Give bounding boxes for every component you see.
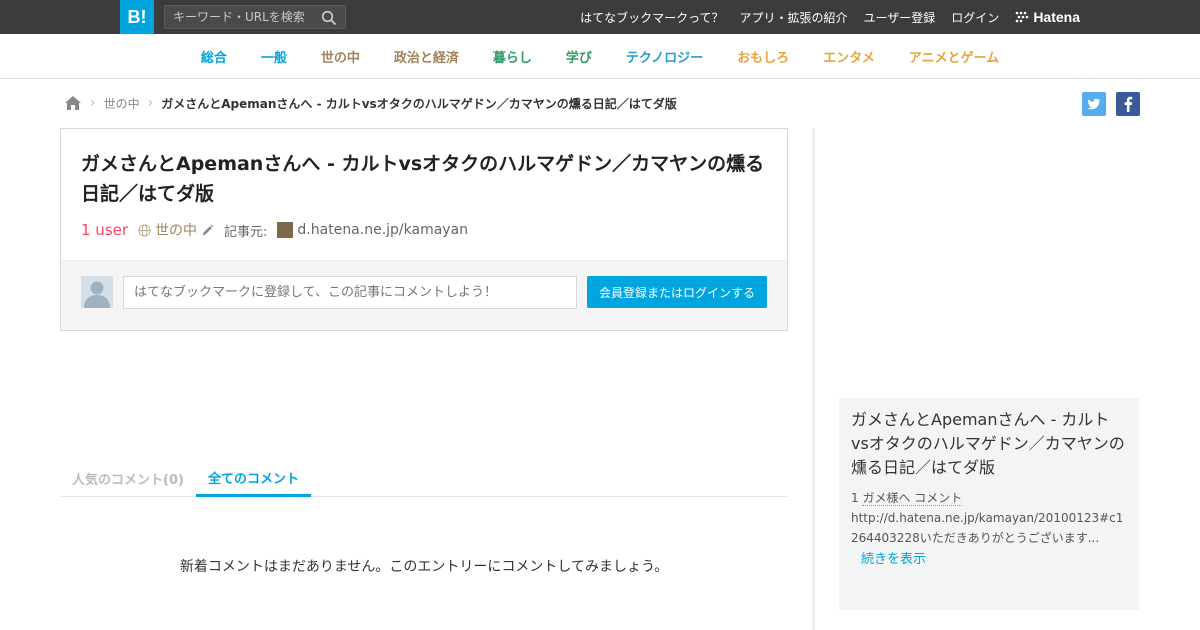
chevron-right-icon: ›	[147, 95, 154, 111]
related-entry-comment: 1 ガメ様へ コメント http://d.hatena.ne.jp/kamaya…	[851, 488, 1127, 548]
login-link[interactable]: ログイン	[951, 9, 999, 26]
apps-link[interactable]: アプリ・拡張の紹介	[740, 9, 848, 26]
entry-source-domain: d.hatena.ne.jp/kamayan	[297, 222, 469, 238]
related-comment-user[interactable]: ガメ様へ コメント	[862, 491, 963, 506]
related-comment-text: http://d.hatena.ne.jp/kamayan/20100123#c…	[851, 511, 1124, 545]
category-nav: 総合 一般 世の中 政治と経済 暮らし 学び テクノロジー おもしろ エンタメ …	[0, 34, 1200, 79]
empty-comments-message: 新着コメントはまだありません。このエントリーにコメントしてみましょう。	[179, 559, 669, 575]
home-icon[interactable]	[64, 95, 82, 111]
tab-all-comments[interactable]: 全てのコメント	[195, 460, 311, 497]
category-tab-1[interactable]: 一般	[261, 47, 287, 66]
category-tab-3[interactable]: 政治と経済	[394, 47, 459, 66]
category-tab-7[interactable]: おもしろ	[737, 47, 789, 66]
breadcrumb-current: ガメさんとApemanさんへ - カルトvsオタクのハルマゲドン／カマヤンの燻る…	[161, 96, 677, 111]
pencil-icon[interactable]	[201, 224, 214, 237]
twitter-icon	[1087, 98, 1100, 110]
avatar	[81, 276, 113, 308]
category-tab-6[interactable]: テクノロジー	[626, 47, 703, 66]
entry-title[interactable]: ガメさんとApemanさんへ - カルトvsオタクのハルマゲドン／カマヤンの燻る…	[81, 149, 771, 209]
twitter-share-button[interactable]	[1082, 92, 1106, 116]
related-entry-card: ガメさんとApemanさんへ - カルトvsオタクのハルマゲドン／カマヤンの燻る…	[839, 398, 1139, 610]
site-favicon-icon	[277, 222, 294, 238]
entry-meta: 1 user 世の中 記事元: d.hatena.ne.jp/kamayan	[81, 219, 468, 241]
category-tab-0[interactable]: 総合	[201, 47, 227, 66]
category-tab-4[interactable]: 暮らし	[493, 47, 532, 66]
hatena-bookmark-logo[interactable]: B!	[120, 0, 154, 34]
entry-category[interactable]: 世の中	[138, 220, 214, 240]
facebook-icon	[1124, 96, 1133, 112]
search-input[interactable]	[165, 6, 315, 28]
related-comment-count: 1	[851, 491, 859, 505]
category-tab-5[interactable]: 学び	[566, 47, 592, 66]
comment-bar: 会員登録またはログインする	[61, 260, 787, 330]
breadcrumb-category[interactable]: 世の中	[104, 95, 140, 112]
globe-icon	[138, 223, 151, 237]
search-box[interactable]	[164, 5, 346, 29]
about-link[interactable]: はてなブックマークって？	[580, 9, 723, 26]
hatena-logo-icon	[1016, 11, 1029, 23]
column-divider	[812, 128, 815, 630]
chevron-right-icon: ›	[90, 95, 96, 111]
related-entry-title[interactable]: ガメさんとApemanさんへ - カルトvsオタクのハルマゲドン／カマヤンの燻る…	[851, 408, 1127, 480]
source-label: 記事元:	[224, 224, 268, 240]
user-count[interactable]: 1 user	[81, 221, 128, 239]
facebook-share-button[interactable]	[1116, 92, 1140, 116]
search-icon[interactable]	[321, 10, 337, 26]
top-nav: はてなブックマークって？ アプリ・拡張の紹介 ユーザー登録 ログイン Haten…	[580, 0, 1080, 34]
user-placeholder-icon	[81, 276, 113, 308]
entry-category-label: 世の中	[155, 223, 198, 239]
hatena-brand-label: Hatena	[1033, 9, 1080, 25]
show-more-link[interactable]: 続きを表示	[851, 548, 1127, 567]
top-bar: B! はてなブックマークって？ アプリ・拡張の紹介 ユーザー登録 ログイン Ha…	[0, 0, 1200, 34]
signup-link[interactable]: ユーザー登録	[864, 9, 936, 26]
comment-tabs: 人気のコメント(0) 全てのコメント	[60, 460, 788, 497]
breadcrumb: › 世の中 › ガメさんとApemanさんへ - カルトvsオタクのハルマゲドン…	[64, 92, 677, 114]
signup-login-button[interactable]: 会員登録またはログインする	[587, 276, 767, 308]
category-tab-2[interactable]: 世の中	[321, 47, 360, 66]
tab-popular-comments[interactable]: 人気のコメント(0)	[60, 460, 196, 497]
hatena-brand[interactable]: Hatena	[1015, 9, 1080, 25]
entry-card: ガメさんとApemanさんへ - カルトvsオタクのハルマゲドン／カマヤンの燻る…	[60, 128, 788, 331]
category-tab-8[interactable]: エンタメ	[823, 47, 875, 66]
category-tab-9[interactable]: アニメとゲーム	[909, 47, 999, 66]
comment-input[interactable]	[123, 276, 577, 309]
entry-source[interactable]: d.hatena.ne.jp/kamayan	[277, 222, 468, 238]
